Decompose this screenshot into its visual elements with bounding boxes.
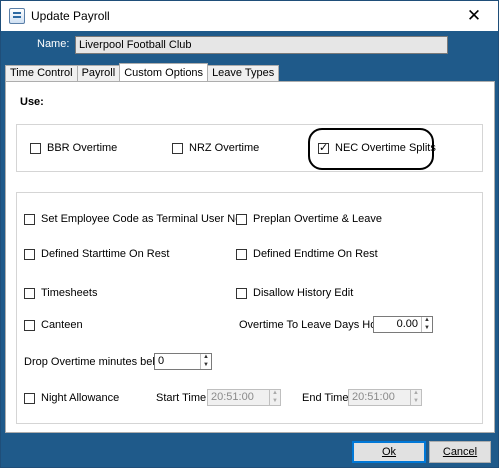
end-time-value[interactable]: 20:51:00 <box>349 390 410 405</box>
end-time-label: End Time: <box>302 392 352 404</box>
start-time-value[interactable]: 20:51:00 <box>208 390 269 405</box>
ok-button[interactable]: Ok <box>352 441 426 463</box>
spin-arrows[interactable]: ▲ ▼ <box>421 317 432 332</box>
checkbox-box <box>236 248 247 260</box>
bbr-overtime-checkbox[interactable]: BBR Overtime <box>30 142 117 154</box>
overtime-to-leave-label: Overtime To Leave Days Hours: <box>239 319 395 331</box>
nec-overtime-splits-label: NEC Overtime Splits <box>335 142 436 154</box>
checkbox-box <box>236 213 247 225</box>
use-label: Use: <box>20 96 44 108</box>
disallow-history-edit-checkbox[interactable]: Disallow History Edit <box>236 287 353 299</box>
down-arrow-icon[interactable]: ▼ <box>270 398 280 406</box>
spin-arrows[interactable]: ▲ ▼ <box>269 390 280 405</box>
checkbox-box <box>24 319 35 331</box>
checkbox-box <box>24 248 35 260</box>
tab-payroll[interactable]: Payroll <box>76 65 121 81</box>
up-arrow-icon[interactable]: ▲ <box>270 390 280 398</box>
overtime-to-leave-value[interactable]: 0.00 <box>374 317 421 332</box>
nrz-overtime-checkbox[interactable]: NRZ Overtime <box>172 142 259 154</box>
set-employee-code-checkbox[interactable]: Set Employee Code as Terminal User No. <box>24 213 244 225</box>
drop-overtime-value[interactable]: 0 <box>155 354 200 369</box>
checkbox-box <box>30 142 41 154</box>
preplan-overtime-checkbox[interactable]: Preplan Overtime & Leave <box>236 213 382 225</box>
canteen-checkbox[interactable]: Canteen <box>24 319 83 331</box>
drop-overtime-label: Drop Overtime minutes below: <box>24 356 172 368</box>
custom-options-panel: Use: BBR Overtime NRZ Overtime NEC Overt… <box>5 81 495 433</box>
tab-custom-options[interactable]: Custom Options <box>119 63 209 81</box>
down-arrow-icon[interactable]: ▼ <box>422 325 432 333</box>
night-allowance-label: Night Allowance <box>41 392 120 404</box>
checkbox-box <box>24 392 35 404</box>
checkbox-box <box>236 287 247 299</box>
bbr-overtime-label: BBR Overtime <box>47 142 118 154</box>
checkbox-box <box>318 141 329 155</box>
timesheets-checkbox[interactable]: Timesheets <box>24 287 97 299</box>
night-allowance-checkbox[interactable]: Night Allowance <box>24 392 119 404</box>
name-field[interactable]: Liverpool Football Club <box>75 36 448 54</box>
overtime-to-leave-stepper[interactable]: 0.00 ▲ ▼ <box>373 316 433 333</box>
title-bar: Update Payroll ✕ <box>1 1 498 31</box>
preplan-overtime-label: Preplan Overtime & Leave <box>253 213 383 225</box>
down-arrow-icon[interactable]: ▼ <box>201 362 211 370</box>
tab-strip: Time Control Payroll Custom Options Leav… <box>5 63 280 82</box>
canteen-label: Canteen <box>41 319 83 331</box>
nec-overtime-splits-checkbox[interactable]: NEC Overtime Splits <box>318 141 436 155</box>
nrz-overtime-label: NRZ Overtime <box>189 142 260 154</box>
checkbox-box <box>172 142 183 154</box>
up-arrow-icon[interactable]: ▲ <box>422 317 432 325</box>
cancel-button-label: Cancel <box>442 446 478 458</box>
checkbox-box <box>24 213 35 225</box>
start-time-label: Start Time: <box>156 392 210 404</box>
tab-time-control[interactable]: Time Control <box>5 65 78 81</box>
up-arrow-icon[interactable]: ▲ <box>411 390 421 398</box>
set-employee-code-label: Set Employee Code as Terminal User No. <box>41 213 245 225</box>
app-icon <box>9 8 25 24</box>
defined-starttime-checkbox[interactable]: Defined Starttime On Rest <box>24 248 169 260</box>
ok-button-label: Ok <box>381 446 397 458</box>
cancel-button[interactable]: Cancel <box>429 441 491 463</box>
tab-leave-types[interactable]: Leave Types <box>207 65 280 81</box>
start-time-picker[interactable]: 20:51:00 ▲ ▼ <box>207 389 281 406</box>
spin-arrows[interactable]: ▲ ▼ <box>200 354 211 369</box>
close-button[interactable]: ✕ <box>454 3 494 29</box>
defined-endtime-label: Defined Endtime On Rest <box>253 248 378 260</box>
checkbox-box <box>24 287 35 299</box>
defined-starttime-label: Defined Starttime On Rest <box>41 248 170 260</box>
timesheets-label: Timesheets <box>41 287 98 299</box>
name-label: Name: <box>37 38 70 50</box>
disallow-history-edit-label: Disallow History Edit <box>253 287 354 299</box>
window-title: Update Payroll <box>31 9 110 23</box>
update-payroll-window: Update Payroll ✕ Name: Liverpool Footbal… <box>0 0 499 468</box>
spin-arrows[interactable]: ▲ ▼ <box>410 390 421 405</box>
end-time-picker[interactable]: 20:51:00 ▲ ▼ <box>348 389 422 406</box>
defined-endtime-checkbox[interactable]: Defined Endtime On Rest <box>236 248 378 260</box>
up-arrow-icon[interactable]: ▲ <box>201 354 211 362</box>
drop-overtime-stepper[interactable]: 0 ▲ ▼ <box>154 353 212 370</box>
down-arrow-icon[interactable]: ▼ <box>411 398 421 406</box>
